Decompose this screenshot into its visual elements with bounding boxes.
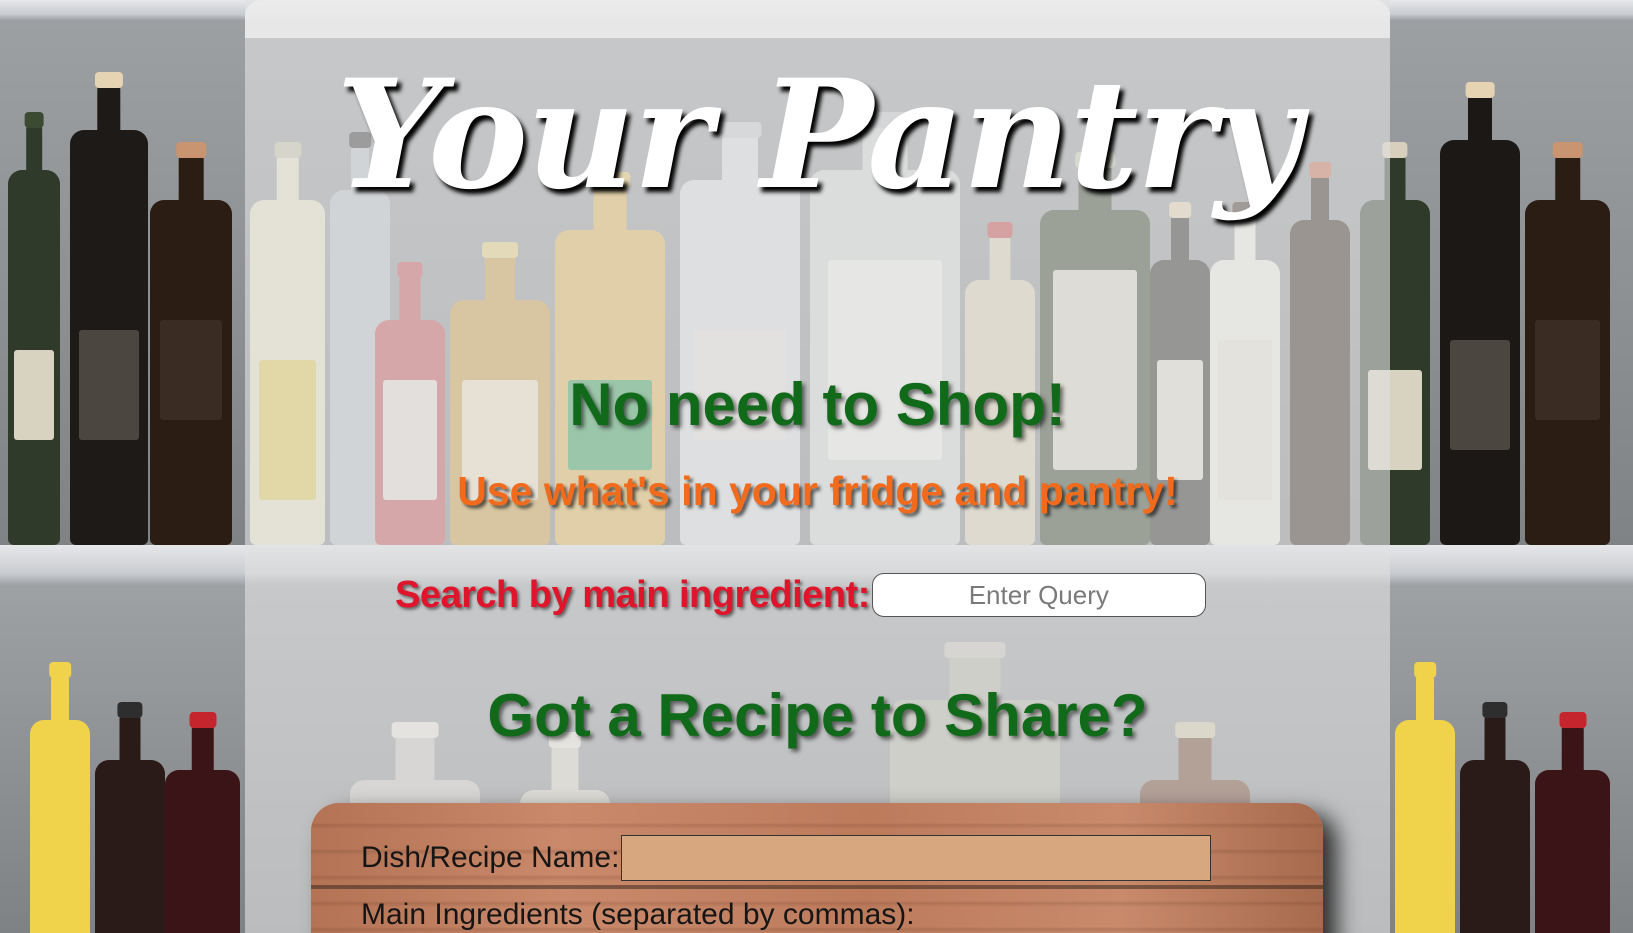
- dish-name-input[interactable]: [621, 835, 1212, 881]
- content-panel-top-edge: [245, 0, 1390, 38]
- ingredients-label: Main Ingredients (separated by commas):: [361, 898, 915, 931]
- page-title: Your Pantry: [336, 47, 1301, 223]
- hero-subheadline: Use what's in your fridge and pantry!: [457, 468, 1178, 514]
- dish-name-label: Dish/Recipe Name:: [361, 841, 620, 874]
- search-label: Search by main ingredient:: [395, 573, 870, 616]
- hero-headline: No need to Shop!: [569, 371, 1066, 438]
- ingredients-row: Main Ingredients (separated by commas):: [361, 898, 915, 932]
- share-recipe-form: Dish/Recipe Name: Main Ingredients (sepa…: [311, 803, 1323, 933]
- search-input[interactable]: [871, 573, 1206, 617]
- dish-name-row: Dish/Recipe Name:: [361, 835, 1212, 881]
- share-recipe-heading: Got a Recipe to Share?: [487, 682, 1148, 749]
- search-bar: Search by main ingredient:: [395, 573, 1206, 617]
